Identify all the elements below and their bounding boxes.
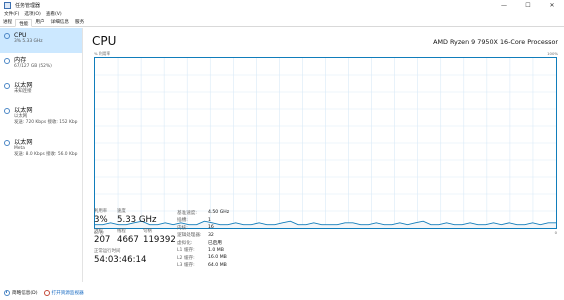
spec-row: 插槽: 1 [177, 217, 229, 225]
sidebar-item-title: 内存 [14, 57, 27, 64]
sidebar-item-title: 以太网 [14, 107, 33, 114]
sidebar-item-memory[interactable]: 内存 67/127 GB (52%) [0, 53, 82, 78]
sidebar-item-subtitle: 未知连接 [14, 89, 32, 94]
cpu-mini-graph-icon [4, 33, 10, 39]
spec-key: 基准速度: [177, 210, 197, 216]
spec-value: 16.0 MB [208, 255, 227, 261]
spec-row: L1 缓存: 1.0 MB [177, 247, 229, 255]
performance-sidebar: CPU 3% 5.33 GHz 内存 67/127 GB (52%) 以太网 未… [0, 28, 83, 282]
spec-row: 基准速度: 4.50 GHz [177, 209, 229, 217]
spec-value: 32 [208, 232, 214, 238]
ethernet-mini-graph-icon [4, 108, 10, 114]
cpu-graph-svg [95, 58, 556, 228]
task-manager-icon [4, 1, 11, 9]
tab-users[interactable]: 用户 [32, 18, 47, 26]
spec-key: 逻辑处理器: [177, 233, 202, 239]
resource-monitor-icon [43, 290, 50, 296]
ethernet-mini-graph-icon [4, 83, 10, 89]
sidebar-item-ethernet-2[interactable]: 以太网 以太网 发送: 720 Kbps 接收: 152 Kbp [0, 103, 82, 135]
page-title: CPU [92, 34, 117, 48]
sidebar-item-subtitle: 67/127 GB (52%) [14, 64, 52, 69]
stat-value: 4667 [117, 235, 139, 245]
spec-value: 4.50 GHz [208, 210, 230, 216]
cpu-model-name: AMD Ryzen 9 7950X 16-Core Processor [433, 38, 558, 46]
tab-services[interactable]: 服务 [72, 18, 87, 26]
memory-mini-graph-icon [4, 58, 10, 64]
tab-details[interactable]: 详细信息 [48, 18, 72, 26]
spec-key: L3 缓存: [177, 263, 195, 269]
sidebar-item-ethernet-1[interactable]: 以太网 未知连接 [0, 78, 82, 103]
sidebar-item-throughput: 发送: 720 Kbps 接收: 152 Kbp [14, 120, 78, 125]
sidebar-item-title: 以太网 [14, 82, 33, 89]
cpu-utilization-graph [94, 57, 557, 229]
open-resource-monitor-link[interactable]: 打开资源监视器 [52, 290, 84, 296]
stat-value: 119392 [143, 235, 176, 245]
spec-row: L3 缓存: 64.0 MB [177, 262, 229, 270]
ethernet-mini-graph-icon [4, 140, 10, 146]
spec-key: L1 缓存: [177, 248, 195, 254]
spec-value: 64.0 MB [208, 262, 227, 268]
stat-speed: 速度 5.33 GHz [117, 209, 157, 225]
graph-min-label: 0 [554, 230, 557, 235]
spec-row: 逻辑处理器: 32 [177, 232, 229, 240]
minimize-button[interactable]: — [492, 0, 516, 10]
brief-info-button[interactable]: 简略信息(D) [12, 290, 38, 296]
spec-value: 已启用 [208, 240, 222, 246]
spec-key: 内核: [177, 225, 188, 231]
sidebar-item-cpu[interactable]: CPU 3% 5.33 GHz [0, 28, 82, 53]
spec-row: 内核: 16 [177, 224, 229, 232]
collapse-arrow-icon[interactable] [4, 290, 10, 296]
sidebar-item-subtitle: 3% 5.33 GHz [14, 39, 43, 44]
stat-value: 3% [94, 215, 108, 225]
stat-value: 54:03:46:14 [94, 255, 147, 265]
tab-bar: 进程 性能 用户 详细信息 服务 [0, 18, 564, 27]
menu-file[interactable]: 文件(F) [3, 11, 20, 17]
tab-performance[interactable]: 性能 [15, 19, 33, 27]
close-button[interactable]: ✕ [540, 0, 564, 10]
spec-key: 插槽: [177, 218, 188, 224]
cpu-specs-table: 基准速度: 4.50 GHz 插槽: 1 内核: 16 逻辑处理器: 32 虚拟化: 已启… [177, 209, 229, 269]
stat-uptime: 正常运行时间 54:03:46:14 [94, 249, 146, 265]
stat-value: 207 [94, 235, 111, 245]
stat-value: 5.33 GHz [117, 215, 157, 225]
spec-key: 虚拟化: [177, 240, 193, 246]
spec-row: 虚拟化: 已启用 [177, 239, 229, 247]
sidebar-item-throughput: 发送: 8.0 Kbps 接收: 56.0 Kbp [14, 152, 78, 157]
window-title: 任务管理器 [15, 2, 41, 9]
cpu-detail-panel: CPU AMD Ryzen 9 7950X 16-Core Processor … [92, 34, 560, 284]
menu-options[interactable]: 选项(O) [23, 11, 41, 17]
footer-bar: 简略信息(D) 打开资源监视器 [0, 286, 564, 300]
graph-max-label: 100% [547, 51, 558, 56]
tab-processes[interactable]: 进程 [0, 18, 15, 26]
window-controls: — ☐ ✕ [492, 0, 564, 10]
stat-threads: 线程 4667 [117, 229, 139, 245]
menu-view[interactable]: 查看(V) [45, 11, 63, 17]
spec-value: 1.0 MB [208, 247, 224, 253]
title-bar: 任务管理器 — ☐ ✕ [0, 0, 564, 10]
stat-processes: 进程 207 [94, 229, 110, 245]
sidebar-item-ethernet-3[interactable]: 以太网 Meta 发送: 8.0 Kbps 接收: 56.0 Kbp [0, 135, 82, 167]
spec-value: 16 [208, 225, 214, 231]
maximize-button[interactable]: ☐ [516, 0, 540, 10]
spec-row: L2 缓存: 16.0 MB [177, 254, 229, 262]
sidebar-item-title: 以太网 [14, 139, 33, 146]
stat-utilization: 利用率 3% [94, 209, 108, 225]
spec-key: L2 缓存: [177, 255, 195, 261]
sidebar-item-title: CPU [14, 32, 27, 39]
stat-handles: 句柄 119392 [143, 229, 176, 245]
spec-value: 1 [208, 217, 211, 223]
menu-bar: 文件(F) 选项(O) 查看(V) [0, 10, 63, 18]
